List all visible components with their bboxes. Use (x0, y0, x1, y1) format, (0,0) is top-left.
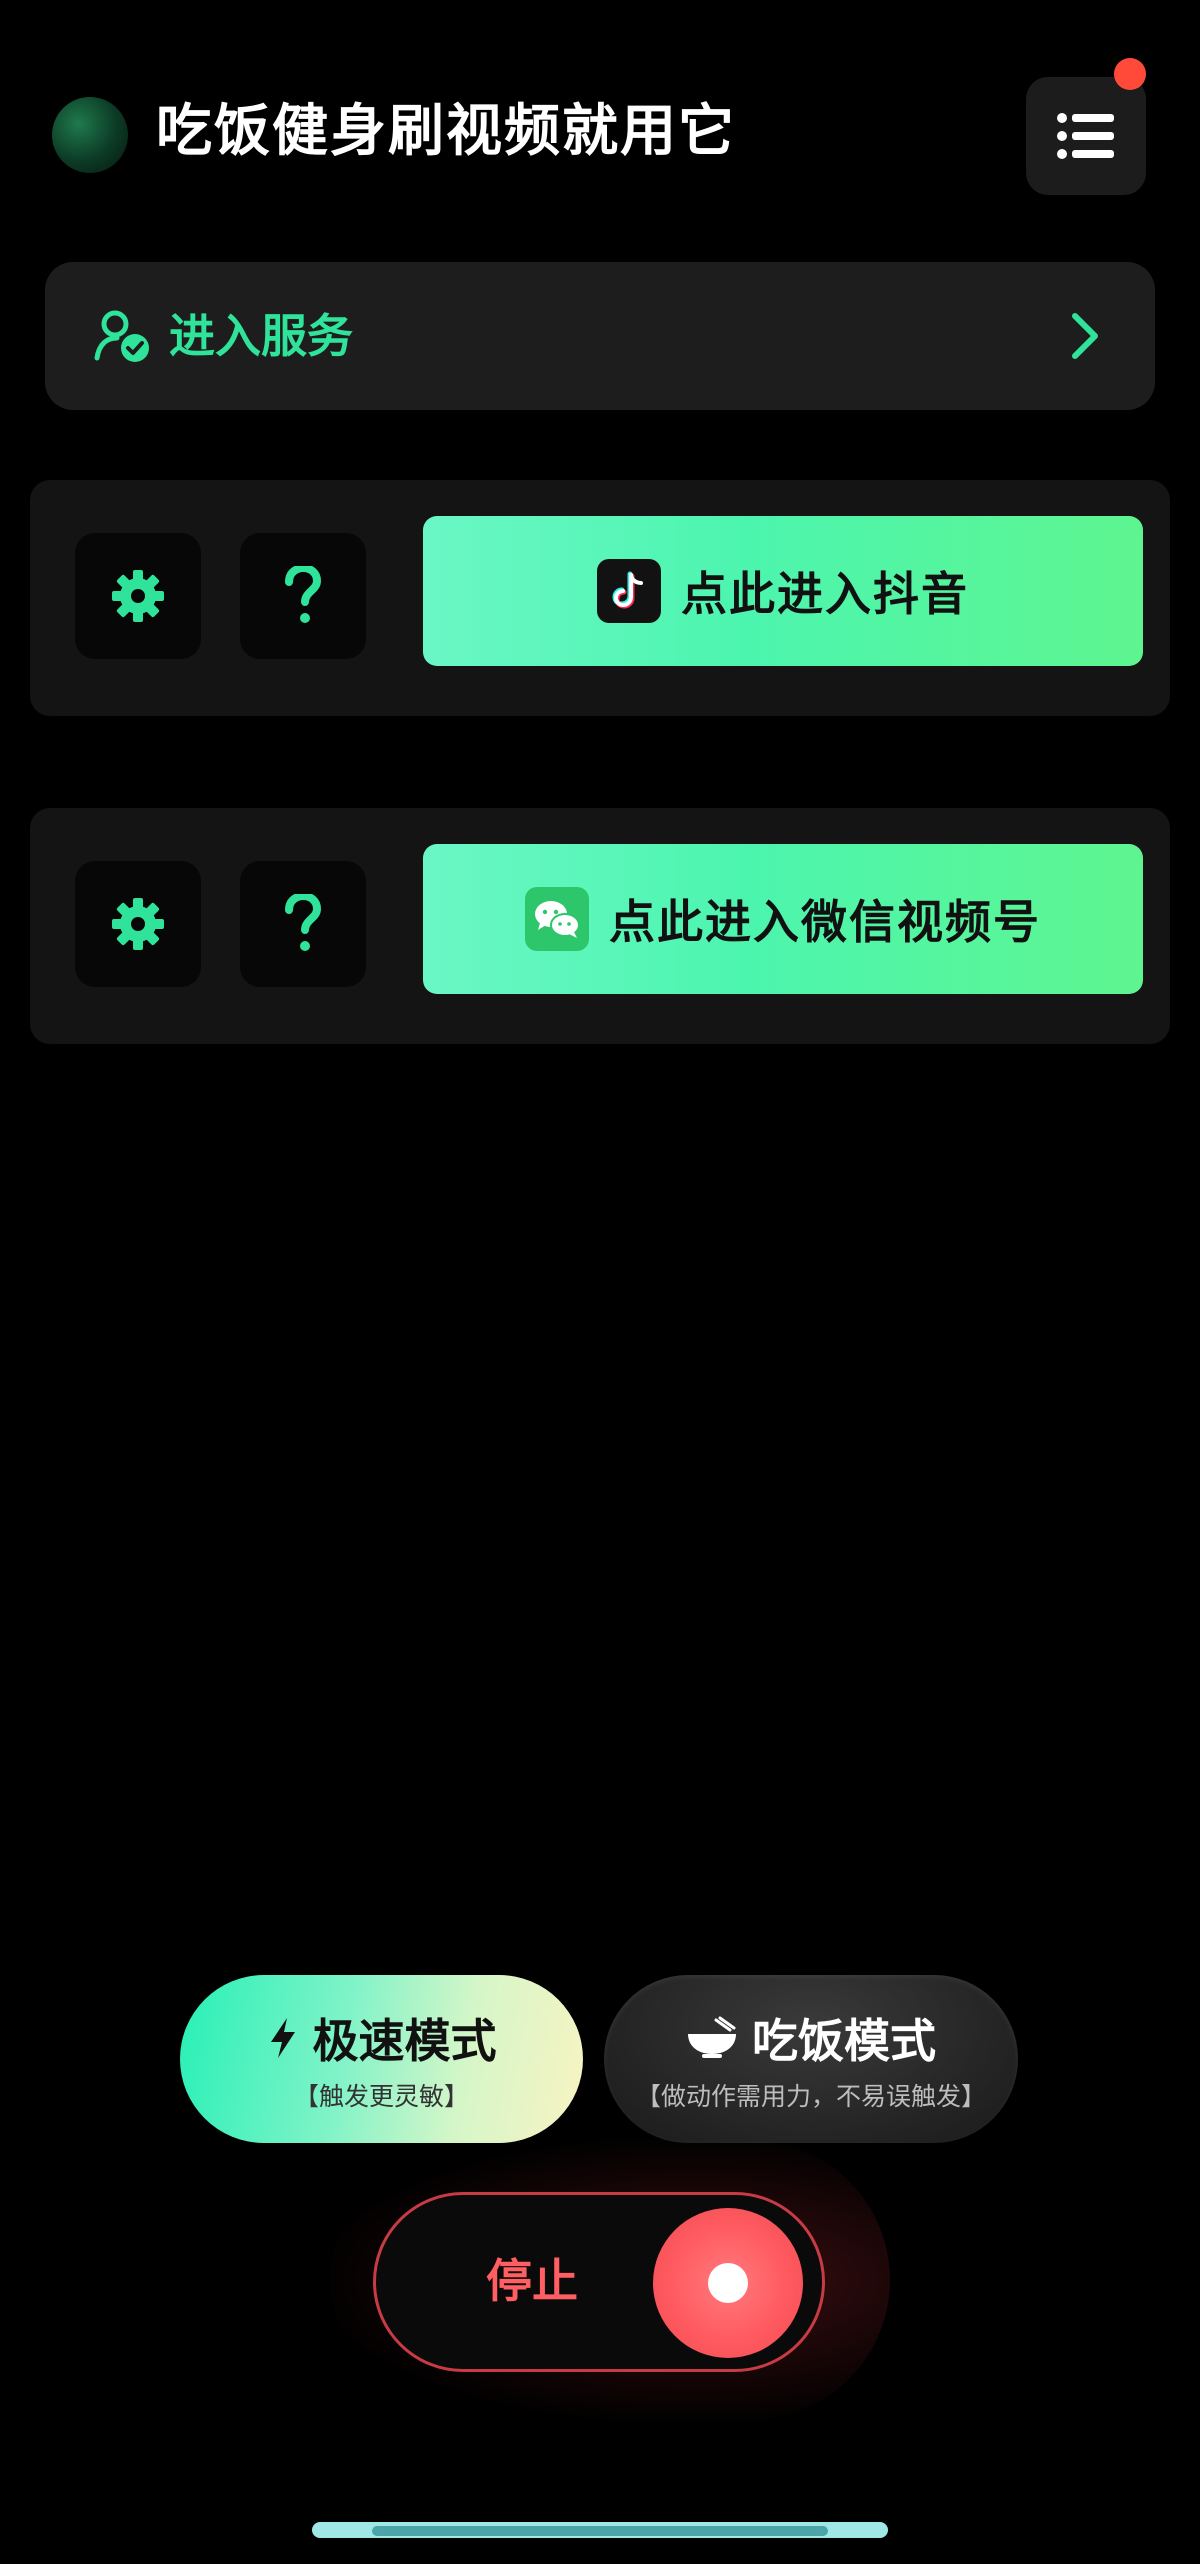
fast-mode-button[interactable]: 极速模式 【触发更灵敏】 (180, 1975, 583, 2143)
chevron-right-icon (1072, 313, 1098, 359)
stop-label: 停止 (486, 2254, 578, 2308)
lightning-icon (270, 2018, 295, 2058)
record-dot-icon (708, 2263, 748, 2303)
eat-mode-button[interactable]: 吃饭模式 【做动作需用力，不易误触发】 (604, 1975, 1018, 2143)
menu-button[interactable] (1026, 77, 1146, 195)
douyin-card: 点此进入抖音 (30, 480, 1170, 716)
wechat-settings-button[interactable] (75, 861, 201, 987)
fast-mode-subtitle: 【触发更灵敏】 (293, 2082, 469, 2111)
tiktok-icon (597, 559, 661, 623)
enter-douyin-label: 点此进入抖音 (681, 567, 969, 621)
bowl-icon (688, 2016, 736, 2058)
douyin-help-button[interactable] (240, 533, 366, 659)
douyin-settings-button[interactable] (75, 533, 201, 659)
enter-wechat-button[interactable]: 点此进入微信视频号 (423, 844, 1143, 994)
enter-service-label: 进入服务 (169, 309, 353, 363)
user-check-icon (94, 310, 149, 362)
question-icon (285, 894, 322, 951)
stop-toggle[interactable]: 停止 (373, 2192, 825, 2372)
enter-wechat-label: 点此进入微信视频号 (609, 895, 1041, 949)
stop-knob[interactable] (653, 2208, 803, 2358)
enter-service-row[interactable]: 进入服务 (45, 262, 1155, 410)
notification-dot (1114, 58, 1146, 90)
gear-icon (112, 898, 164, 950)
gear-icon (112, 570, 164, 622)
fast-mode-title: 极速模式 (312, 2014, 497, 2068)
app-logo (52, 97, 128, 173)
wechat-card: 点此进入微信视频号 (30, 808, 1170, 1044)
eat-mode-subtitle: 【做动作需用力，不易误触发】 (635, 2082, 986, 2111)
enter-douyin-button[interactable]: 点此进入抖音 (423, 516, 1143, 666)
app-title: 吃饭健身刷视频就用它 (156, 99, 736, 164)
eat-mode-title: 吃饭模式 (752, 2014, 936, 2068)
home-indicator[interactable] (312, 2522, 888, 2538)
wechat-help-button[interactable] (240, 861, 366, 987)
home-indicator-handle (372, 2526, 828, 2536)
question-icon (285, 566, 322, 623)
wechat-icon (525, 887, 589, 951)
list-icon (1057, 113, 1114, 159)
